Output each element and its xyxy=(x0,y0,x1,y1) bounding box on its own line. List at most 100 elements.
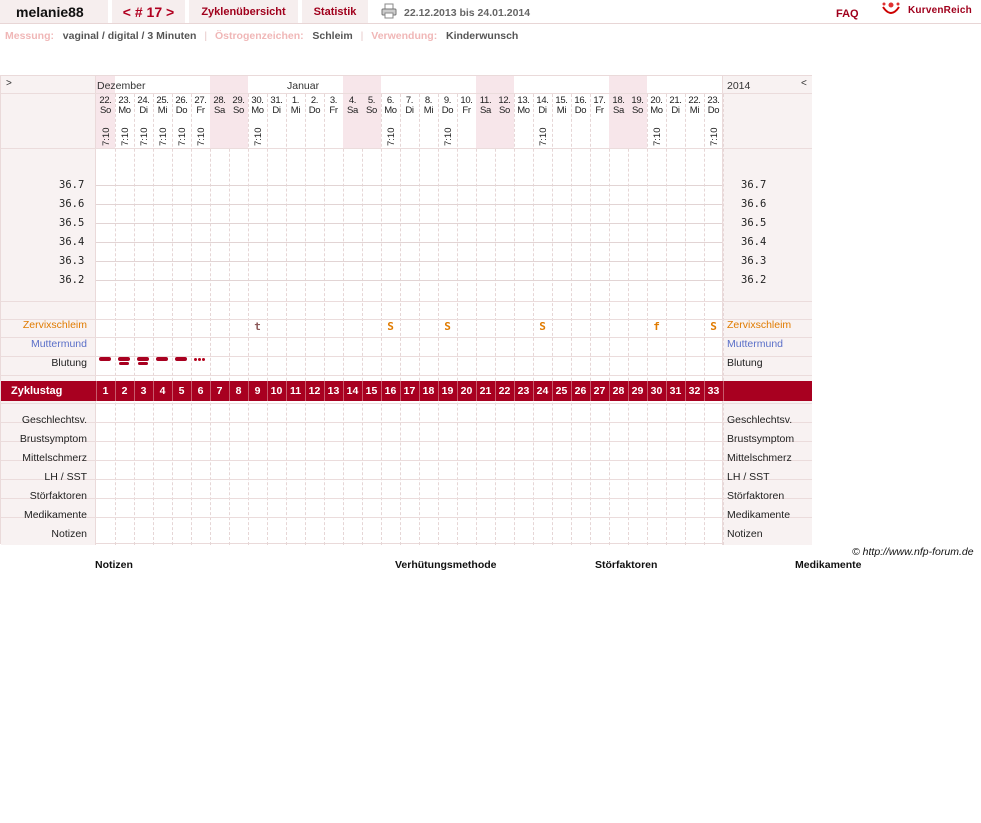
row-label-cervical-mucus-right: Zervixschleim xyxy=(727,319,792,331)
day-header[interactable]: 8. Mi xyxy=(419,96,438,116)
measure-time-text: 7:10 xyxy=(652,127,663,147)
faq-link[interactable]: FAQ xyxy=(836,8,859,20)
weekday: So xyxy=(631,105,644,116)
weekday: So xyxy=(365,105,378,116)
cycle-day-number: 21 xyxy=(479,385,492,397)
day-header[interactable]: 19. So xyxy=(628,96,647,116)
row-label-lh: LH / SST xyxy=(44,471,87,483)
bleeding-mark-heavy[interactable] xyxy=(119,362,129,365)
bleeding-mark[interactable] xyxy=(118,357,130,361)
day-header[interactable]: 12. So xyxy=(495,96,514,116)
mucus-entry[interactable]: S xyxy=(438,320,457,333)
row-label-bleeding-right: Blutung xyxy=(727,357,763,369)
cycle-day-number: 11 xyxy=(289,385,302,397)
weekday: Mo xyxy=(650,105,663,116)
day-header[interactable]: 18. Sa xyxy=(609,96,628,116)
day-header[interactable]: 27. Fr xyxy=(191,96,210,116)
row-label-intercourse: Geschlechtsv. xyxy=(21,414,87,426)
day-header[interactable]: 25. Mi xyxy=(153,96,172,116)
day-header[interactable]: 31. Di xyxy=(267,96,286,116)
tab-cycle-overview[interactable]: Zyklenübersicht xyxy=(189,0,298,23)
cycle-day-number: 30 xyxy=(650,385,663,397)
cycle-day-number: 9 xyxy=(254,385,261,397)
bleeding-mark[interactable] xyxy=(137,357,149,361)
day-header[interactable]: 29. So xyxy=(229,96,248,116)
temperature-label: 36.5 xyxy=(59,217,85,229)
day-header[interactable]: 9. Do xyxy=(438,96,457,116)
row-divider xyxy=(1,93,812,94)
weekday: Mi xyxy=(423,105,434,116)
row-label-cervix: Muttermund xyxy=(30,338,87,350)
measure-time-text: 7:10 xyxy=(101,127,112,147)
day-header[interactable]: 4. Sa xyxy=(343,96,362,116)
day-header[interactable]: 21. Di xyxy=(666,96,685,116)
bleeding-spotting-mark[interactable] xyxy=(194,358,206,361)
printer-icon[interactable] xyxy=(381,3,397,19)
bleeding-mark[interactable] xyxy=(156,357,168,361)
mucus-entry[interactable]: S xyxy=(533,320,552,333)
row-divider xyxy=(1,319,812,320)
day-header[interactable]: 2. Do xyxy=(305,96,324,116)
day-header[interactable]: 24. Di xyxy=(134,96,153,116)
day-header[interactable]: 22. So xyxy=(96,96,115,116)
bleeding-mark[interactable] xyxy=(99,357,111,361)
kurvenreich-logo-icon[interactable] xyxy=(881,1,901,19)
weekday: So xyxy=(498,105,511,116)
row-label-disturbances: Störfaktoren xyxy=(29,490,87,502)
temperature-gridline xyxy=(96,223,722,224)
row-divider xyxy=(1,479,812,480)
weekday: Mi xyxy=(157,105,168,116)
mucus-entry[interactable]: S xyxy=(704,320,723,333)
row-label-disturbances-right: Störfaktoren xyxy=(727,490,785,502)
month-january: Januar xyxy=(287,80,320,92)
day-header[interactable]: 7. Di xyxy=(400,96,419,116)
day-header[interactable]: 14. Di xyxy=(533,96,552,116)
chart-nav-left[interactable]: > xyxy=(6,78,12,89)
cycle-day-number: 17 xyxy=(403,385,416,397)
day-header[interactable]: 6. Mo xyxy=(381,96,400,116)
chart-nav-right[interactable]: < xyxy=(801,78,807,89)
footer-notes-heading: Notizen xyxy=(95,559,133,571)
row-divider xyxy=(1,517,812,518)
day-header[interactable]: 15. Mi xyxy=(552,96,571,116)
weekday: Mi xyxy=(556,105,567,116)
temperature-gridline xyxy=(96,242,722,243)
day-header[interactable]: 13. Mo xyxy=(514,96,533,116)
mucus-entry[interactable]: S xyxy=(381,320,400,333)
row-label-medication-right: Medikamente xyxy=(727,509,791,521)
cycle-navigator[interactable]: < # 17 > xyxy=(112,0,185,23)
brand-name[interactable]: KurvenReich xyxy=(908,5,972,16)
weekday: Sa xyxy=(479,105,492,116)
day-header[interactable]: 28. Sa xyxy=(210,96,229,116)
bleeding-mark-heavy[interactable] xyxy=(138,362,148,365)
cycle-day-number: 24 xyxy=(536,385,549,397)
measure-time: 7:10 xyxy=(533,124,552,148)
row-label-lh-right: LH / SST xyxy=(727,471,770,483)
weekday: Fr xyxy=(196,105,205,116)
day-header[interactable]: 1. Mi xyxy=(286,96,305,116)
tab-statistics[interactable]: Statistik xyxy=(302,0,368,23)
day-header[interactable]: 3. Fr xyxy=(324,96,343,116)
measure-time-text: 7:10 xyxy=(158,127,169,147)
day-header[interactable]: 30. Mo xyxy=(248,96,267,116)
bleeding-mark[interactable] xyxy=(175,357,187,361)
top-bar: melanie88 < # 17 > Zyklenübersicht Stati… xyxy=(0,0,981,24)
day-header[interactable]: 17. Fr xyxy=(590,96,609,116)
day-header[interactable]: 23. Do xyxy=(704,96,723,116)
weekday: Sa xyxy=(346,105,359,116)
day-header[interactable]: 20. Mo xyxy=(647,96,666,116)
measure-time-text: 7:10 xyxy=(709,127,720,147)
day-header[interactable]: 23. Mo xyxy=(115,96,134,116)
day-header[interactable]: 22. Mi xyxy=(685,96,704,116)
day-header[interactable]: 26. Do xyxy=(172,96,191,116)
mucus-entry[interactable]: f xyxy=(647,320,666,333)
day-header[interactable]: 11. Sa xyxy=(476,96,495,116)
day-header[interactable]: 10. Fr xyxy=(457,96,476,116)
weekday: Mo xyxy=(118,105,131,116)
day-header[interactable]: 16. Do xyxy=(571,96,590,116)
cycle-chart: > < Dezember Januar 2014 22. So 7:10 23. Mo 7… xyxy=(0,75,812,545)
day-header[interactable]: 5. So xyxy=(362,96,381,116)
temperature-label-right: 36.6 xyxy=(741,198,767,210)
row-label-mittelschmerz: Mittelschmerz xyxy=(22,452,87,464)
mucus-entry[interactable]: t xyxy=(248,320,267,333)
